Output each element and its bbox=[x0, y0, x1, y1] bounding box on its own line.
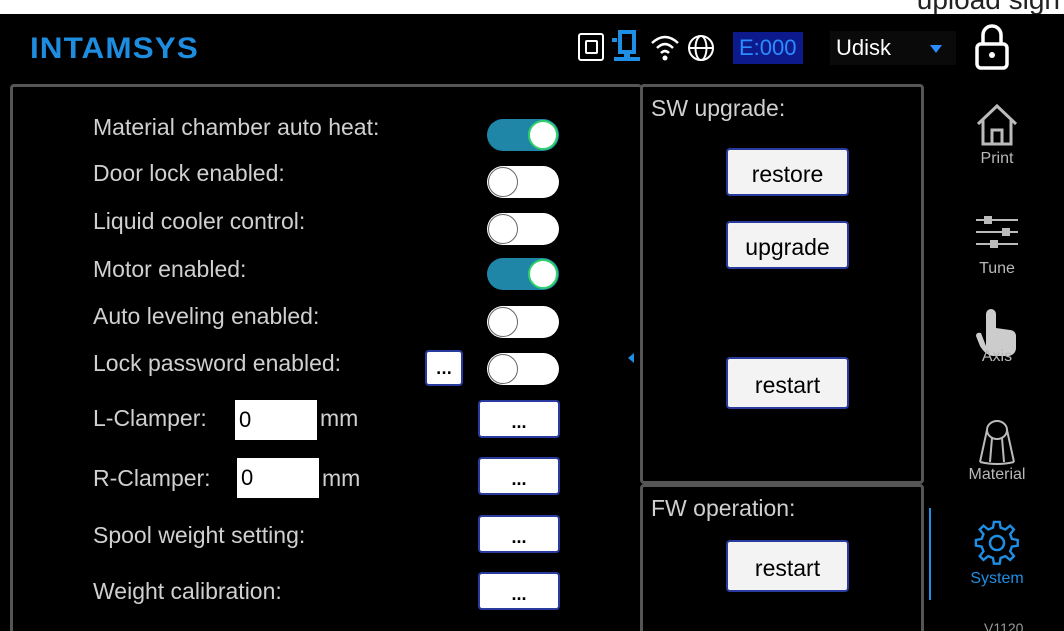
restore-button[interactable]: restore bbox=[726, 148, 849, 196]
toggle-knob bbox=[528, 259, 558, 289]
brand-logo: INTAMSYS bbox=[30, 32, 199, 65]
door-lock-label: Door lock enabled: bbox=[93, 160, 285, 186]
gear-icon bbox=[974, 520, 1019, 565]
toggle-knob bbox=[528, 120, 558, 150]
nav-item-system[interactable]: System bbox=[930, 520, 1064, 620]
upgrade-button[interactable]: upgrade bbox=[726, 221, 849, 269]
top-strip: upload sign bbox=[0, 0, 1064, 14]
nav-sidebar: Print Tune Axis Material System bbox=[930, 84, 1064, 631]
storage-select-value: Udisk bbox=[836, 35, 892, 60]
liquid-cooler-label: Liquid cooler control: bbox=[93, 208, 306, 234]
toggle-knob bbox=[488, 214, 518, 244]
door-lock-toggle[interactable] bbox=[487, 166, 559, 198]
collapse-arrow-icon[interactable] bbox=[628, 353, 634, 363]
network-pc-icon bbox=[612, 30, 640, 61]
l-clamper-label: L-Clamper: bbox=[93, 405, 207, 431]
r-clamper-more-button[interactable]: ... bbox=[478, 457, 560, 495]
wifi-icon bbox=[651, 35, 679, 61]
lock-password-more-button[interactable]: ... bbox=[425, 350, 463, 386]
filament-spool-icon bbox=[979, 420, 1015, 465]
nav-label-tune: Tune bbox=[979, 260, 1015, 277]
nav-item-material[interactable]: Material bbox=[930, 418, 1064, 518]
fw-operation-title: FW operation: bbox=[651, 495, 796, 521]
lock-password-label: Lock password enabled: bbox=[93, 350, 342, 376]
weight-calibration-label: Weight calibration: bbox=[93, 578, 282, 604]
nav-label-print: Print bbox=[980, 150, 1014, 167]
l-clamper-input[interactable]: 0 bbox=[235, 400, 317, 440]
nav-item-axis[interactable]: Axis bbox=[930, 306, 1064, 406]
l-clamper-more-button[interactable]: ... bbox=[478, 400, 560, 438]
spool-weight-more-button[interactable]: ... bbox=[478, 515, 560, 553]
lock-icon[interactable] bbox=[972, 22, 1012, 72]
toggle-knob bbox=[488, 167, 518, 197]
home-icon bbox=[976, 103, 1018, 146]
r-clamper-input[interactable]: 0 bbox=[237, 458, 319, 498]
nav-label-material: Material bbox=[968, 466, 1026, 483]
active-nav-indicator bbox=[929, 508, 931, 600]
header-bar: INTAMSYS E:000 Udisk bbox=[0, 14, 1064, 82]
fw-restart-button[interactable]: restart bbox=[726, 540, 849, 592]
auto-leveling-toggle[interactable] bbox=[487, 306, 559, 338]
sw-upgrade-title: SW upgrade: bbox=[651, 95, 786, 121]
version-label: V1120 bbox=[984, 620, 1024, 631]
auto-leveling-label: Auto leveling enabled: bbox=[93, 303, 320, 329]
motor-label: Motor enabled: bbox=[93, 256, 247, 282]
lock-password-toggle[interactable] bbox=[487, 353, 559, 385]
liquid-cooler-toggle[interactable] bbox=[487, 213, 559, 245]
material-chamber-toggle[interactable] bbox=[487, 119, 559, 151]
nav-label-axis: Axis bbox=[981, 348, 1013, 365]
spool-weight-label: Spool weight setting: bbox=[93, 522, 306, 548]
weight-calibration-more-button[interactable]: ... bbox=[478, 572, 560, 610]
toggle-knob bbox=[488, 354, 518, 384]
r-clamper-unit: mm bbox=[322, 465, 361, 491]
sw-restart-button[interactable]: restart bbox=[726, 357, 849, 409]
nav-label-system: System bbox=[970, 570, 1024, 587]
r-clamper-label: R-Clamper: bbox=[93, 465, 211, 491]
fw-operation-panel: FW operation: restart bbox=[640, 484, 924, 631]
material-chamber-label: Material chamber auto heat: bbox=[93, 114, 380, 140]
chevron-down-icon bbox=[930, 45, 942, 53]
nav-item-tune[interactable]: Tune bbox=[930, 212, 1064, 312]
top-strip-text: upload sign bbox=[917, 0, 1060, 14]
sd-card-icon bbox=[578, 33, 604, 61]
toggle-knob bbox=[488, 307, 518, 337]
sw-upgrade-panel: SW upgrade: restore upgrade restart bbox=[640, 84, 924, 484]
motor-toggle[interactable] bbox=[487, 258, 559, 290]
sliders-icon bbox=[976, 216, 1018, 248]
globe-icon bbox=[688, 35, 714, 61]
l-clamper-unit: mm bbox=[320, 405, 359, 431]
nav-item-print[interactable]: Print bbox=[930, 102, 1064, 202]
storage-select[interactable]: Udisk bbox=[830, 31, 956, 65]
error-code-display[interactable]: E:000 bbox=[733, 32, 803, 64]
